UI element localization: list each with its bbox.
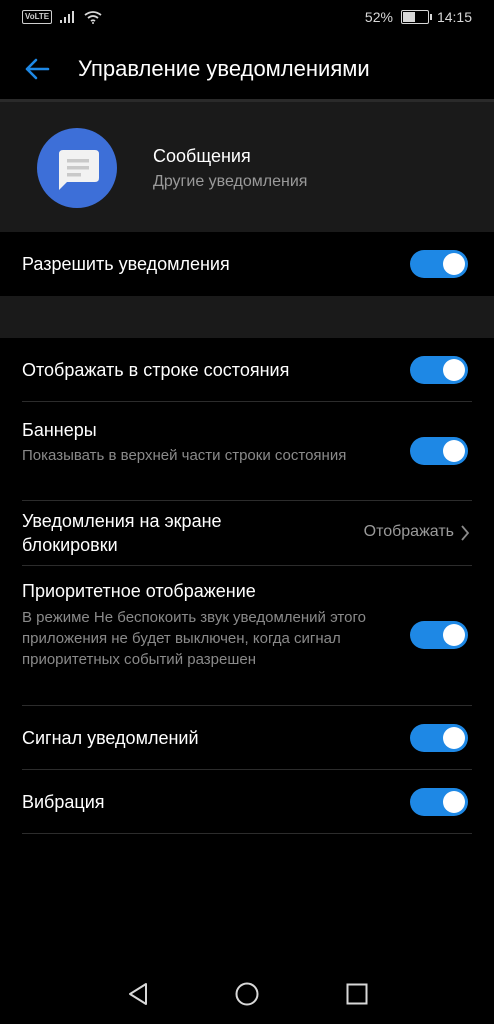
statusbar-display-label: Отображать в строке состояния (22, 360, 290, 380)
toggle-knob (443, 727, 465, 749)
banners-row[interactable]: Баннеры Показывать в верхней части строк… (0, 402, 494, 500)
statusbar-display-toggle[interactable] (410, 356, 468, 384)
app-card: Сообщения Другие уведомления (0, 102, 494, 232)
toggle-knob (443, 624, 465, 646)
section-gap (0, 296, 494, 338)
priority-toggle[interactable] (410, 621, 468, 649)
app-bar: Управление уведомлениями (0, 36, 494, 100)
status-bar: VoLTE 52% 14:15 (0, 0, 494, 36)
lock-screen-value: Отображать (363, 523, 454, 540)
vibration-row[interactable]: Вибрация (0, 770, 494, 834)
allow-notifications-label: Разрешить уведомления (22, 254, 230, 274)
app-name: Сообщения (153, 146, 251, 166)
status-left: VoLTE (22, 10, 102, 24)
allow-notifications-toggle[interactable] (410, 250, 468, 278)
signal-icon (60, 11, 75, 23)
message-bubble-icon (37, 128, 117, 208)
status-right: 52% 14:15 (365, 9, 472, 25)
priority-row[interactable]: Приоритетное отображение В режиме Не бес… (0, 566, 494, 706)
statusbar-display-row[interactable]: Отображать в строке состояния (0, 338, 494, 402)
toggle-knob (443, 359, 465, 381)
lock-screen-label: Уведомления на экране блокировки (22, 511, 222, 555)
volte-badge: VoLTE (22, 10, 53, 24)
allow-notifications-row[interactable]: Разрешить уведомления (0, 232, 494, 296)
wifi-icon (84, 10, 102, 24)
triangle-back-icon[interactable] (124, 980, 152, 1008)
toggle-knob (443, 440, 465, 462)
sound-toggle[interactable] (410, 724, 468, 752)
battery-icon (400, 10, 432, 24)
toggle-knob (443, 791, 465, 813)
vibration-label: Вибрация (22, 792, 105, 812)
toggle-knob (443, 253, 465, 275)
banners-toggle[interactable] (410, 437, 468, 465)
app-subtitle: Другие уведомления (153, 173, 308, 190)
circle-home-icon[interactable] (233, 980, 261, 1008)
banners-subtitle: Показывать в верхней части строки состоя… (22, 447, 347, 464)
battery-percent: 52% (364, 9, 393, 25)
banners-label: Баннеры (22, 420, 97, 440)
chevron-right-icon (461, 525, 470, 541)
sound-row[interactable]: Сигнал уведомлений (0, 706, 494, 770)
page-title: Управление уведомлениями (78, 56, 370, 81)
clock: 14:15 (436, 9, 472, 25)
lock-screen-row[interactable]: Уведомления на экране блокировки Отображ… (0, 501, 494, 565)
arrow-left-icon[interactable] (22, 54, 52, 84)
vibration-toggle[interactable] (410, 788, 468, 816)
priority-subtitle: В режиме Не беспокоить звук уведомлений … (22, 609, 366, 668)
square-recents-icon[interactable] (343, 980, 371, 1008)
navigation-bar (0, 960, 494, 1024)
divider (22, 833, 472, 834)
priority-label: Приоритетное отображение (22, 581, 256, 601)
sound-label: Сигнал уведомлений (22, 728, 199, 748)
